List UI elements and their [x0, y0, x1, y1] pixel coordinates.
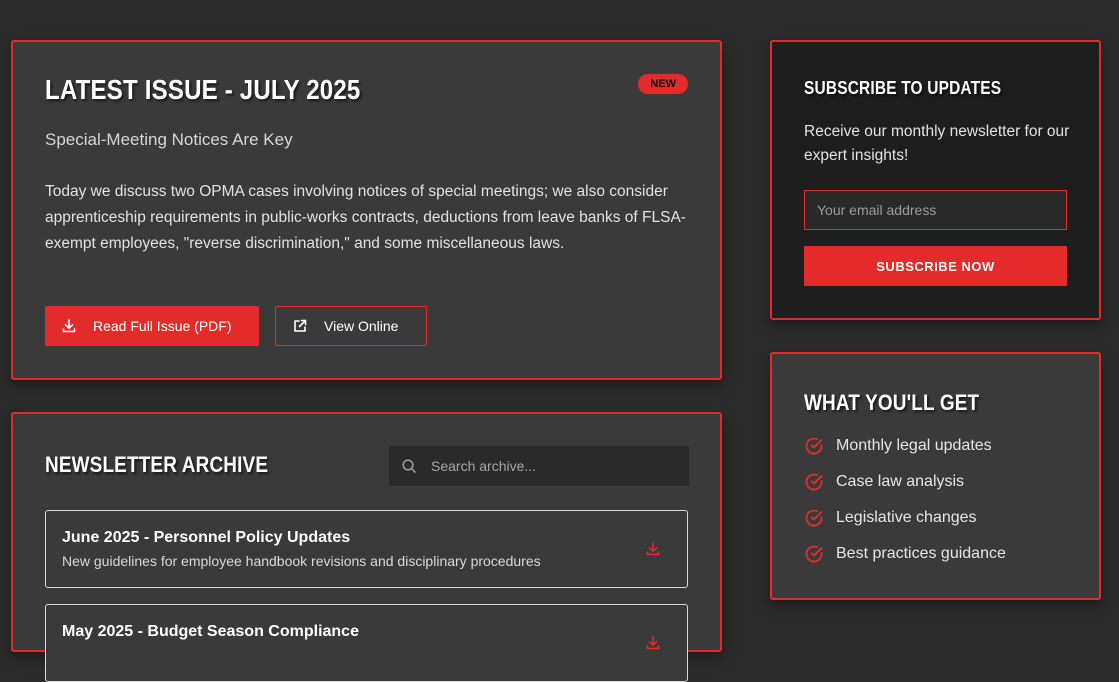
download-icon[interactable] [645, 635, 661, 651]
benefits-heading: What You'll Get [804, 390, 980, 415]
check-circle-icon [805, 545, 823, 563]
check-circle-icon [805, 509, 823, 527]
download-icon[interactable] [645, 541, 661, 557]
archive-item-title: May 2025 - Budget Season Compliance [62, 623, 359, 640]
issue-description: Today we discuss two OPMA cases involvin… [45, 183, 686, 252]
benefit-item: Best practices guidance [804, 544, 1006, 564]
latest-issue-heading: Latest Issue - July 2025 [45, 74, 361, 105]
external-link-icon [294, 319, 307, 332]
read-full-issue-button[interactable]: Read Full Issue (PDF) [45, 306, 259, 346]
benefit-item: Monthly legal updates [804, 436, 992, 456]
archive-heading: Newsletter Archive [45, 452, 269, 477]
archive-search-input[interactable] [429, 457, 673, 475]
email-field[interactable] [804, 190, 1067, 230]
new-badge: NEW [638, 74, 688, 94]
search-icon [402, 459, 416, 473]
view-online-button[interactable]: View Online [275, 306, 427, 346]
subscribe-card: Subscribe to Updates Receive our monthly… [770, 40, 1101, 320]
archive-item-title: June 2025 - Personnel Policy Updates [62, 529, 351, 546]
check-circle-icon [805, 473, 823, 491]
archive-item-description: New guidelines for employee handbook rev… [62, 553, 541, 569]
download-icon [62, 319, 76, 333]
benefit-label: Case law analysis [836, 473, 965, 490]
archive-item[interactable]: May 2025 - Budget Season Compliance [45, 604, 688, 682]
benefit-item: Case law analysis [804, 472, 964, 492]
read-full-issue-label: Read Full Issue (PDF) [93, 318, 232, 334]
subscribe-heading: Subscribe to Updates [804, 78, 1002, 98]
subscribe-text: Receive our monthly newsletter for our e… [804, 123, 1070, 164]
archive-search[interactable] [389, 446, 689, 486]
benefit-label: Legislative changes [836, 509, 977, 526]
issue-subtitle: Special-Meeting Notices Are Key [45, 130, 293, 149]
newsletter-archive-card: Newsletter Archive June 2025 - Personnel… [11, 412, 722, 682]
latest-issue-card: Latest Issue - July 2025 NEW Special-Mee… [11, 40, 722, 380]
subscribe-button[interactable]: SUBSCRIBE NOW [804, 246, 1067, 286]
benefit-label: Best practices guidance [836, 545, 1006, 562]
view-online-label: View Online [324, 318, 399, 334]
benefit-item: Legislative changes [804, 508, 977, 528]
benefits-card: What You'll Get Monthly legal updates Ca… [770, 352, 1101, 600]
benefit-label: Monthly legal updates [836, 437, 992, 454]
check-circle-icon [805, 437, 823, 455]
archive-item[interactable]: June 2025 - Personnel Policy Updates New… [45, 510, 688, 588]
